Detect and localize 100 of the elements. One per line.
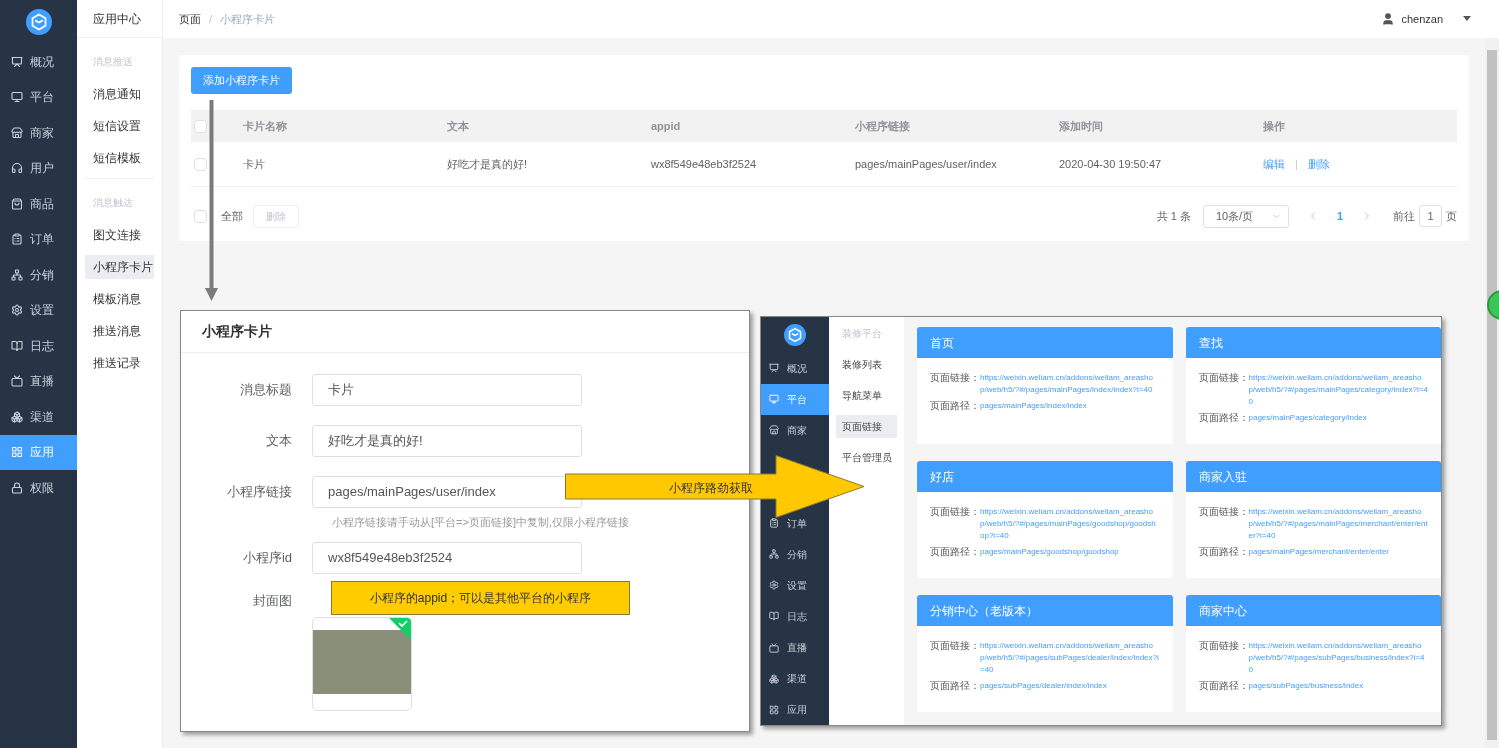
sidebar-item[interactable]: 订单 xyxy=(761,507,829,539)
field-hint: 小程序链接请手动从[平台=>页面链接]中复制,仅限小程序链接 xyxy=(332,515,631,530)
link-label: 页面链接： xyxy=(930,506,980,519)
card-title: 查找 xyxy=(1198,334,1223,352)
clipboard-icon xyxy=(769,518,779,529)
check-corner-icon[interactable] xyxy=(389,617,411,640)
sub-sidebar-item[interactable]: 短信模板 xyxy=(85,146,154,170)
sub-sidebar-title: 应用中心 xyxy=(93,10,141,28)
tv-icon xyxy=(11,375,23,388)
card-title: 商家中心 xyxy=(1198,602,1247,620)
field-label: 消息标题 xyxy=(239,381,293,400)
user-icon xyxy=(1381,12,1396,26)
panel-title: 小程序卡片 xyxy=(202,322,272,341)
sidebar-item[interactable]: 概况 xyxy=(0,44,77,80)
input-field[interactable]: wx8f549e48eb3f2524 xyxy=(312,541,582,574)
sidebar-item[interactable]: 订单 xyxy=(0,221,77,257)
user-name[interactable]: chenzan xyxy=(1401,10,1443,28)
sub-sidebar-item[interactable]: 小程序卡片 xyxy=(85,255,154,279)
goto-suffix: 页 xyxy=(1446,208,1457,224)
input-field[interactable]: 卡片 xyxy=(312,374,582,406)
callout-note: 小程序的appid；可以是其他平台的小程序 xyxy=(331,581,630,615)
link-label: 页面链接： xyxy=(1198,506,1249,519)
sidebar-item[interactable]: 概况 xyxy=(761,352,829,384)
boxes-icon xyxy=(769,673,779,684)
path-label: 页面路径： xyxy=(1198,412,1249,424)
chart-icon xyxy=(769,363,779,374)
sub-sidebar-item[interactable]: 模板消息 xyxy=(85,287,154,311)
sub-sidebar-item[interactable]: 消息通知 xyxy=(85,82,154,106)
grid-icon xyxy=(11,446,23,459)
sidebar-item[interactable]: 日志 xyxy=(761,601,829,632)
hierarchy-icon xyxy=(11,268,23,281)
monitor-icon xyxy=(11,91,23,104)
path-label: 页面路径： xyxy=(930,546,980,558)
sidebar-item[interactable]: 平台 xyxy=(0,79,77,115)
sidebar-item[interactable]: 用户 xyxy=(0,150,77,186)
sidebar-item[interactable]: 直播 xyxy=(761,632,829,663)
sub-sidebar-item[interactable]: 短信设置 xyxy=(85,114,154,138)
table-cell-text: 2020-04-30 19:50:47 xyxy=(1059,156,1163,172)
column-header: 小程序链接 xyxy=(855,118,911,134)
sub-sidebar-item[interactable]: 图文连接 xyxy=(85,223,154,247)
link-label: 页面链接： xyxy=(1198,640,1249,653)
book-icon xyxy=(11,339,23,352)
card-title: 分销中心（老版本） xyxy=(930,602,1038,620)
breadcrumb-separator: / xyxy=(209,11,213,27)
goto-input[interactable]: 1 xyxy=(1419,205,1442,227)
store-icon xyxy=(769,425,779,436)
sidebar-item[interactable]: 权限 xyxy=(0,470,77,506)
headset-icon xyxy=(11,162,23,175)
sub-sidebar-item[interactable]: 装修列表 xyxy=(836,353,897,376)
column-header: 操作 xyxy=(1263,118,1286,134)
card-title: 首页 xyxy=(930,334,954,352)
checkbox[interactable] xyxy=(194,209,207,223)
input-field[interactable]: pages/mainPages/user/index xyxy=(312,476,582,508)
sub-sidebar-item[interactable]: 导航菜单 xyxy=(836,384,897,407)
image-upload[interactable] xyxy=(312,616,412,711)
column-header: 添加时间 xyxy=(1059,118,1104,134)
path-label: 页面路径： xyxy=(1198,546,1249,558)
field-label: 文本 xyxy=(265,432,293,451)
monitor-icon xyxy=(769,394,779,405)
total-count: 共 1 条 xyxy=(1156,208,1191,224)
field-label: 小程序链接 xyxy=(226,483,293,502)
select-all-label: 全部 xyxy=(221,208,243,224)
path-label: 页面路径： xyxy=(1198,680,1249,692)
goto-label: 前往 xyxy=(1393,208,1415,224)
input-field[interactable]: 好吃才是真的好! xyxy=(312,425,582,457)
sub-sidebar-item[interactable]: 推送消息 xyxy=(85,319,154,343)
checkbox[interactable] xyxy=(194,119,207,133)
link-label: 页面链接： xyxy=(930,372,980,385)
sidebar-item[interactable]: 渠道 xyxy=(761,663,829,695)
sidebar-item[interactable]: 渠道 xyxy=(0,399,77,435)
column-header: appid xyxy=(651,118,682,134)
sub-sidebar-item[interactable]: 页面链接 xyxy=(836,415,897,438)
sidebar-item[interactable]: 设置 xyxy=(0,292,77,328)
table-cell-text: wx8f549e48eb3f2524 xyxy=(651,156,758,172)
sidebar-item[interactable]: 商品 xyxy=(0,186,77,222)
field-label: 封面图 xyxy=(252,591,293,610)
page-size-select[interactable]: 10条/页 xyxy=(1202,204,1289,228)
sidebar-item[interactable]: 商家 xyxy=(0,115,77,151)
store-icon xyxy=(11,126,23,139)
scrollbar[interactable] xyxy=(1485,38,1499,748)
sidebar-item[interactable]: 应用 xyxy=(761,694,829,725)
hierarchy-icon xyxy=(769,549,779,560)
sub-sidebar-item[interactable]: 平台管理员 xyxy=(836,446,897,469)
link-label: 页面链接： xyxy=(930,640,980,653)
action-separator: | xyxy=(1295,156,1298,172)
sidebar-item[interactable]: 设置 xyxy=(761,569,829,601)
sidebar-item[interactable]: 商家 xyxy=(761,414,829,446)
sub-sidebar-item[interactable]: 推送记录 xyxy=(85,351,154,375)
sidebar-item[interactable]: 分销 xyxy=(0,257,77,293)
sidebar-item[interactable]: 直播 xyxy=(0,363,77,399)
link-label: 页面链接： xyxy=(1198,372,1249,385)
clipboard-icon xyxy=(11,233,23,246)
caret-icon[interactable] xyxy=(1463,16,1471,22)
checkbox[interactable] xyxy=(194,157,207,171)
settings-icon xyxy=(769,580,779,591)
sidebar-item[interactable]: 分销 xyxy=(761,538,829,570)
breadcrumb-item[interactable]: 页面 xyxy=(179,10,201,28)
card-title: 商家入驻 xyxy=(1198,468,1247,486)
tv-icon xyxy=(769,642,779,653)
sidebar-item[interactable]: 日志 xyxy=(0,328,77,364)
